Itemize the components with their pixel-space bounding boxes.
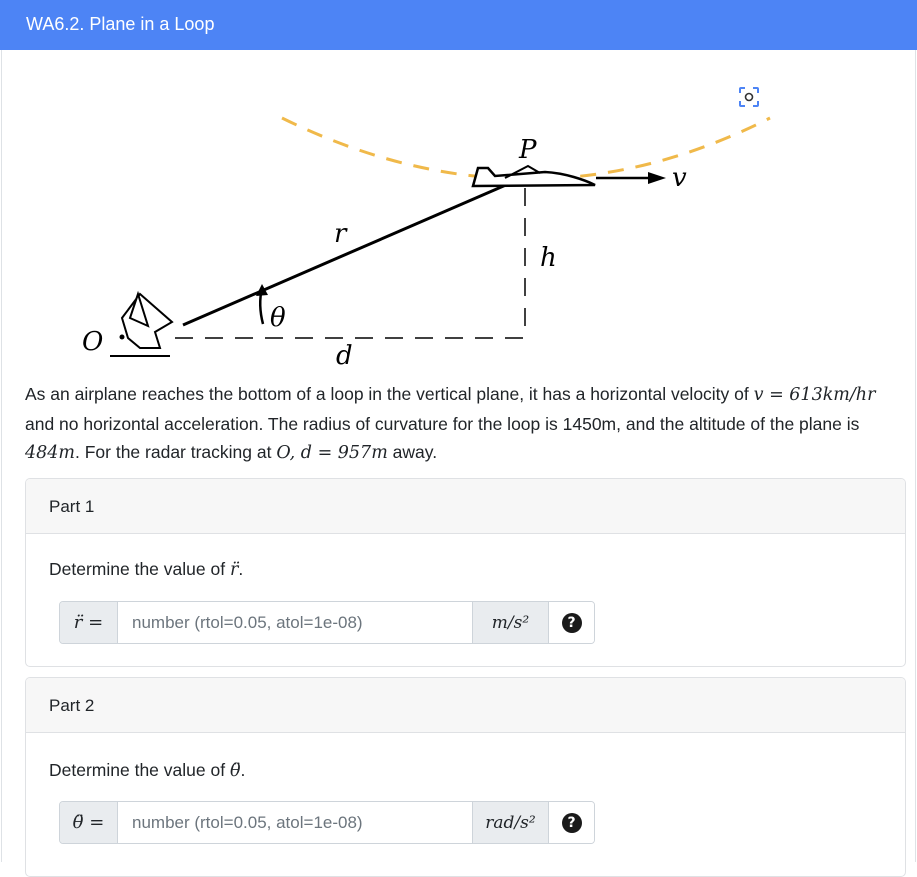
problem-text-2: and no horizontal acceleration. The radi…	[25, 413, 860, 434]
altitude-value: 484m	[25, 443, 75, 463]
velocity-arrowhead	[648, 172, 666, 184]
part-1-question-text: Determine the value of	[49, 559, 230, 579]
part-2-help-button[interactable]: ?	[548, 802, 594, 843]
part-1-header: Part 1	[26, 479, 905, 534]
problem-statement: As an airplane reaches the bottom of a l…	[25, 380, 897, 468]
part-1-input-group: r̈ = m/s² ?	[59, 601, 595, 644]
part-1-question: Determine the value of r̈.	[49, 559, 243, 580]
label-O: O	[82, 327, 103, 357]
part-1-unit: m/s²	[472, 602, 548, 643]
part-2-question: Determine the value of θ̈.	[49, 760, 245, 781]
distance-value: , d = 957m	[289, 443, 388, 463]
help-icon[interactable]: ?	[561, 812, 582, 833]
problem-text-4: away.	[387, 442, 438, 462]
part-1-prefix: r̈ =	[60, 602, 118, 643]
question-title: WA6.2. Plane in a Loop	[26, 14, 215, 34]
part-2-card: Part 2 Determine the value of θ̈. θ̈ = r…	[25, 677, 906, 877]
part-2-question-text: Determine the value of	[49, 760, 230, 780]
airplane-icon	[471, 164, 596, 188]
part-1-answer-input[interactable]	[118, 602, 472, 643]
part-2-header: Part 2	[26, 678, 905, 733]
label-r: r	[334, 219, 348, 249]
part-1-period: .	[238, 559, 244, 579]
part-2-period: .	[240, 760, 246, 780]
part-1-help-button[interactable]: ?	[548, 602, 594, 643]
label-d: d	[336, 341, 353, 371]
help-icon[interactable]: ?	[561, 612, 582, 633]
part-2-symbol: θ̈	[229, 761, 241, 781]
part-2-unit: rad/s²	[472, 802, 548, 843]
label-h: h	[540, 243, 557, 273]
label-theta: θ	[270, 303, 286, 333]
question-title-bar: WA6.2. Plane in a Loop	[0, 0, 917, 50]
label-v: v	[672, 163, 687, 193]
problem-figure: P v r h θ O d	[82, 116, 771, 371]
part-2-answer-input[interactable]	[118, 802, 472, 843]
velocity-value: v = 613km/hr	[753, 385, 876, 405]
label-P: P	[518, 135, 537, 165]
expand-icon[interactable]	[738, 86, 760, 108]
part-1-card: Part 1 Determine the value of r̈. r̈ = m…	[25, 478, 906, 667]
radar-icon	[110, 290, 174, 357]
part-2-input-group: θ̈ = rad/s² ?	[59, 801, 595, 844]
problem-text-1: As an airplane reaches the bottom of a l…	[25, 384, 754, 404]
problem-text-3: . For the radar tracking at	[75, 442, 277, 462]
radar-label: O	[276, 443, 290, 463]
range-line-r	[182, 176, 523, 327]
part-2-prefix: θ̈ =	[60, 802, 118, 843]
